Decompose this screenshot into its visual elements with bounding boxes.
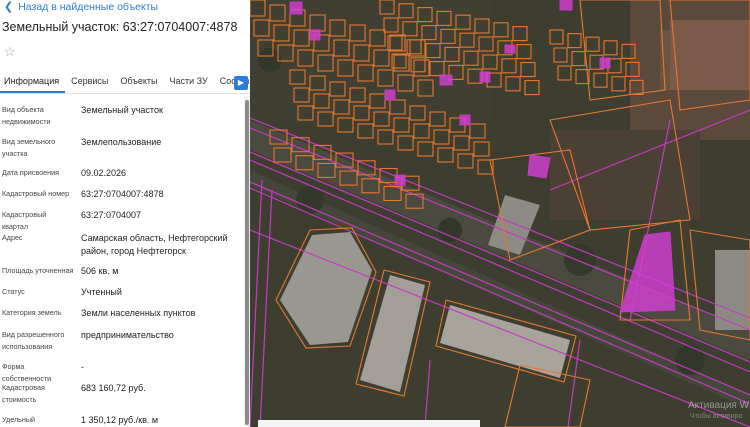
highlighted-parcel[interactable] [289, 1, 303, 15]
info-label: Категория земель [2, 308, 62, 317]
highlighted-parcel[interactable] [439, 74, 453, 86]
tab-information[interactable]: Информация [0, 76, 66, 93]
activation-watermark-sub: Чтобы активиро [690, 413, 743, 420]
tabs-scroll-right-icon[interactable]: ▶ [234, 76, 248, 90]
info-label: Кадастровый квартал [2, 210, 47, 231]
info-value: 63:27:0704007 [81, 210, 142, 220]
info-value: 506 кв. м [81, 266, 119, 276]
map-tree [675, 345, 705, 375]
bottom-bar [258, 420, 480, 427]
info-value: Землепользование [81, 137, 162, 147]
tab-bar: Информация Сервисы Объекты Части ЗУ Сост… [0, 70, 250, 94]
info-value: 63:27:0704007:4878 [81, 189, 164, 199]
info-label: Дата присвоения [2, 168, 60, 177]
info-value: Самарская область, Нефтегорский район, г… [81, 233, 228, 256]
info-panel: ❮ Назад в найденные объекты Земельный уч… [0, 0, 250, 427]
info-label: Площадь уточненная [2, 266, 74, 275]
info-label: Вид земельного участка [2, 137, 56, 158]
map-tree [564, 244, 596, 276]
map-tree [438, 218, 462, 242]
info-value: 09.02.2026 [81, 168, 127, 178]
info-label: Адрес [2, 233, 23, 242]
info-label: Удельный показатель [2, 415, 36, 424]
info-label: Кадастровый номер [2, 189, 70, 198]
highlighted-parcel[interactable] [504, 44, 516, 54]
info-value: 1 350,12 руб./кв. м [81, 415, 159, 425]
scrollbar-thumb[interactable] [245, 100, 249, 425]
info-value: предпринимательство [81, 330, 174, 340]
cadastral-map[interactable]: Активация W Чтобы активиро [250, 0, 750, 427]
highlighted-parcel[interactable] [479, 71, 491, 83]
tab-objects[interactable]: Объекты [114, 76, 163, 93]
tab-parts[interactable]: Части ЗУ [164, 76, 214, 93]
info-label: Вид разрешенного использования [2, 330, 65, 351]
info-value: Учтенный [81, 287, 122, 297]
highlighted-parcel[interactable] [559, 0, 573, 11]
map-canvas[interactable] [250, 0, 750, 427]
highlighted-parcel[interactable] [394, 174, 406, 186]
info-label: Вид объекта недвижимости [2, 105, 51, 126]
favorite-star-icon[interactable]: ☆ [4, 45, 18, 59]
info-value: Земельный участок [81, 105, 163, 115]
info-value: 683 160,72 руб. [81, 383, 146, 393]
tab-services[interactable]: Сервисы [65, 76, 114, 93]
highlighted-parcel[interactable] [459, 114, 471, 126]
info-value: - [81, 362, 84, 372]
highlighted-parcel[interactable] [309, 29, 321, 41]
page-title: Земельный участок: 63:27:0704007:4878 [2, 20, 238, 34]
back-to-results-link[interactable]: ❮ Назад в найденные объекты [4, 0, 158, 14]
info-value: Земли населенных пунктов [81, 308, 196, 318]
back-arrow-icon: ❮ [4, 0, 14, 13]
highlighted-parcel[interactable] [527, 154, 551, 179]
map-building [670, 20, 750, 90]
highlighted-parcel[interactable] [599, 57, 611, 69]
highlighted-parcel[interactable] [384, 89, 396, 101]
back-link-label: Назад в найденные объекты [18, 1, 159, 13]
activation-watermark: Активация W [688, 400, 750, 411]
info-label: Кадастровая стоимость [2, 383, 45, 404]
info-label: Статус [2, 287, 25, 296]
